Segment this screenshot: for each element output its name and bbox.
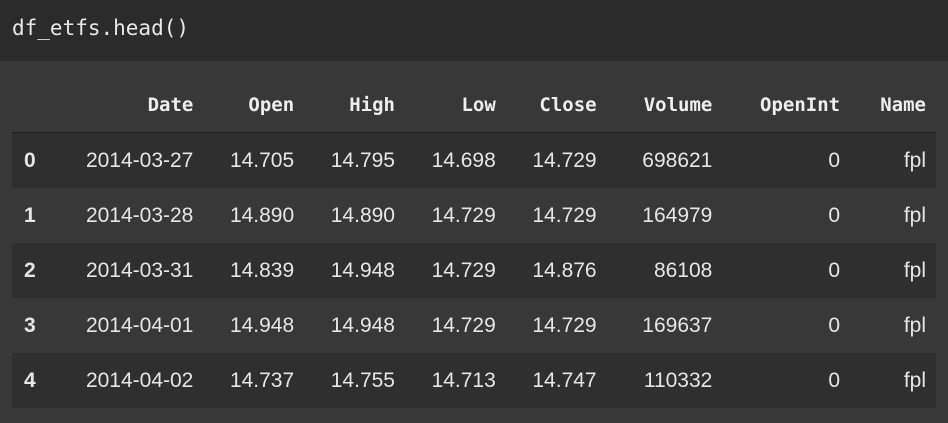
cell-name: fpl — [903, 313, 926, 337]
column-header-name: Name — [850, 78, 936, 133]
cell-openint: 0 — [828, 368, 841, 392]
cell-close: 14.747 — [532, 368, 597, 392]
cell-name: fpl — [903, 203, 926, 227]
column-header-close: Close — [505, 78, 607, 133]
cell-high: 14.948 — [330, 313, 395, 337]
cell-high: 14.795 — [330, 148, 395, 172]
column-header-openint: OpenInt — [722, 78, 851, 133]
cell-name: fpl — [903, 258, 926, 282]
cell-open: 14.890 — [229, 203, 295, 227]
cell-close: 14.729 — [532, 313, 597, 337]
table-row: 2 2014-03-31 14.839 14.948 14.729 14.876… — [12, 243, 936, 298]
cell-openint: 0 — [828, 258, 841, 282]
cell-date: 2014-03-31 — [85, 258, 194, 282]
cell-name: fpl — [903, 368, 926, 392]
code-input[interactable]: df_etfs.head() — [12, 14, 189, 42]
cell-openint: 0 — [828, 313, 841, 337]
column-header-high: High — [304, 78, 405, 133]
row-index: 3 — [24, 313, 36, 337]
table-row: 0 2014-03-27 14.705 14.795 14.698 14.729… — [12, 132, 936, 188]
dataframe-table: Date Open High Low Close Volume OpenInt … — [12, 78, 936, 408]
cell-volume: 110332 — [643, 368, 713, 392]
cell-high: 14.755 — [330, 368, 395, 392]
cell-close: 14.729 — [532, 203, 597, 227]
cell-close: 14.729 — [532, 148, 597, 172]
code-cell[interactable]: df_etfs.head() — [0, 0, 948, 61]
cell-close: 14.876 — [532, 258, 597, 282]
cell-date: 2014-04-01 — [85, 313, 194, 337]
cell-high: 14.948 — [330, 258, 395, 282]
cell-volume: 698621 — [642, 148, 713, 172]
cell-openint: 0 — [828, 148, 841, 172]
cell-date: 2014-03-27 — [85, 148, 194, 172]
column-header-date: Date — [55, 78, 204, 133]
cell-name: fpl — [903, 148, 926, 172]
table-row: 3 2014-04-01 14.948 14.948 14.729 14.729… — [12, 298, 936, 353]
cell-high: 14.890 — [330, 203, 395, 227]
cell-volume: 86108 — [653, 258, 713, 282]
cell-openint: 0 — [828, 203, 841, 227]
row-index: 0 — [24, 148, 36, 172]
cell-volume: 164979 — [642, 203, 713, 227]
table-header-row: Date Open High Low Close Volume OpenInt … — [12, 78, 936, 133]
cell-output: Date Open High Low Close Volume OpenInt … — [0, 61, 948, 423]
cell-low: 14.713 — [431, 368, 496, 392]
cell-low: 14.698 — [431, 148, 496, 172]
cell-low: 14.729 — [431, 258, 496, 282]
cell-open: 14.737 — [229, 368, 295, 392]
table-row: 4 2014-04-02 14.737 14.755 14.713 14.747… — [12, 353, 936, 408]
column-header-low: Low — [404, 78, 506, 133]
cell-date: 2014-04-02 — [85, 368, 194, 392]
column-header-index — [12, 78, 56, 133]
cell-open: 14.948 — [229, 313, 295, 337]
row-index: 1 — [24, 203, 36, 227]
cell-open: 14.705 — [229, 148, 295, 172]
table-row: 1 2014-03-28 14.890 14.890 14.729 14.729… — [12, 188, 936, 243]
cell-low: 14.729 — [431, 313, 496, 337]
column-header-volume: Volume — [606, 78, 723, 133]
row-index: 4 — [24, 368, 36, 392]
cell-volume: 169637 — [642, 313, 713, 337]
row-index: 2 — [24, 258, 36, 282]
column-header-open: Open — [203, 78, 305, 133]
cell-low: 14.729 — [431, 203, 496, 227]
cell-date: 2014-03-28 — [85, 203, 194, 227]
cell-open: 14.839 — [229, 258, 295, 282]
